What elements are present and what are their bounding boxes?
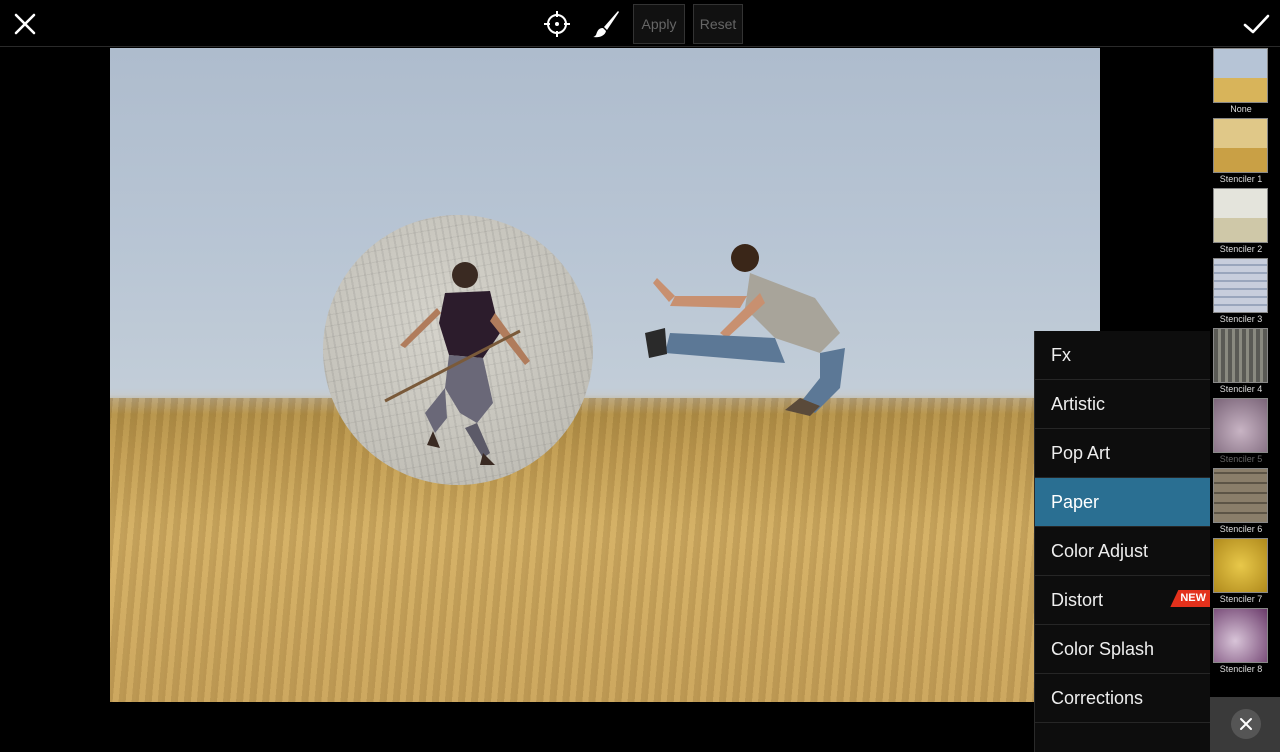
effect-thumbnail-stenciler-3[interactable]: Stenciler 3 (1213, 258, 1269, 326)
menu-item-label: Fx (1051, 345, 1071, 365)
close-icon (14, 13, 36, 35)
effect-thumbnail-stenciler-8[interactable]: Stenciler 8 (1213, 608, 1269, 676)
thumbnail-label: Stenciler 1 (1219, 174, 1263, 184)
menu-item-label: Corrections (1051, 688, 1144, 708)
thumbnail-preview (1213, 398, 1268, 453)
thumbnail-preview (1213, 468, 1268, 523)
effect-thumbnail-none[interactable]: None (1213, 48, 1269, 116)
reset-button[interactable]: Reset (693, 4, 743, 44)
close-strip-button[interactable] (1231, 709, 1261, 739)
thumbnail-preview (1213, 118, 1268, 173)
effect-thumbnail-stenciler-6[interactable]: Stenciler 6 (1213, 468, 1269, 536)
effect-thumbnail-strip: None Stenciler 1 Stenciler 2 Stenciler 3 Ste… (1210, 47, 1280, 697)
thumbnail-preview (1213, 258, 1268, 313)
wheat-field (110, 398, 1100, 702)
menu-item-fx[interactable]: Fx (1035, 331, 1210, 380)
menu-item-corrections[interactable]: Corrections (1035, 674, 1210, 723)
person-right-figure (645, 244, 845, 416)
new-badge: NEW (1170, 590, 1210, 607)
apply-button[interactable]: Apply (633, 4, 685, 44)
effect-thumbnail-stenciler-1[interactable]: Stenciler 1 (1213, 118, 1269, 186)
menu-item-label: Paper (1051, 492, 1100, 512)
confirm-button[interactable] (1240, 9, 1272, 39)
person-left-figure (384, 262, 530, 465)
close-button[interactable] (10, 9, 40, 39)
top-toolbar: Apply Reset (0, 0, 1280, 47)
menu-item-label: Color Adjust (1051, 541, 1149, 561)
close-icon (1240, 718, 1252, 730)
thumbnail-label: Stenciler 4 (1219, 384, 1263, 394)
menu-item-color-adjust[interactable]: Color Adjust (1035, 527, 1210, 576)
menu-item-artistic[interactable]: Artistic (1035, 380, 1210, 429)
menu-item-label: Distort (1051, 590, 1104, 610)
brush-icon (593, 11, 619, 38)
thumbnail-preview (1213, 188, 1268, 243)
menu-item-paper[interactable]: Paper (1035, 478, 1210, 527)
thumbnail-label: None (1230, 104, 1252, 114)
menu-item-pop-art[interactable]: Pop Art (1035, 429, 1210, 478)
thumbnail-label: Stenciler 2 (1219, 244, 1263, 254)
thumbnail-preview (1213, 608, 1268, 663)
target-tool-button[interactable] (541, 8, 573, 40)
menu-item-label: Artistic (1051, 394, 1105, 414)
brush-tool-button[interactable] (590, 8, 622, 40)
effect-thumbnail-stenciler-7[interactable]: Stenciler 7 (1213, 538, 1269, 606)
crosshair-icon (544, 11, 570, 37)
menu-item-label: Color Splash (1051, 639, 1155, 659)
photo-canvas[interactable] (110, 48, 1100, 702)
effect-thumbnail-stenciler-2[interactable]: Stenciler 2 (1213, 188, 1269, 256)
thumbnail-label: Stenciler 7 (1219, 594, 1263, 604)
menu-item-distort[interactable]: Distort NEW (1035, 576, 1210, 625)
effect-thumbnail-stenciler-4[interactable]: Stenciler 4 (1213, 328, 1269, 396)
checkmark-icon (1243, 14, 1270, 34)
thumbnail-label: Stenciler 3 (1219, 314, 1263, 324)
thumbnail-label: Stenciler 5 (1219, 454, 1263, 464)
effects-menu: Fx Artistic Pop Art Paper Color Adjust Distor… (1034, 331, 1210, 752)
thumbnail-label: Stenciler 8 (1219, 664, 1263, 674)
thumbnail-preview (1213, 328, 1268, 383)
menu-item-color-splash[interactable]: Color Splash (1035, 625, 1210, 674)
thumbnail-label: Stenciler 6 (1219, 524, 1263, 534)
effect-thumbnail-stenciler-5[interactable]: Stenciler 5 (1213, 398, 1269, 466)
menu-item-label: Pop Art (1051, 443, 1111, 463)
thumbnail-preview (1213, 538, 1268, 593)
thumbnail-preview (1213, 48, 1268, 103)
